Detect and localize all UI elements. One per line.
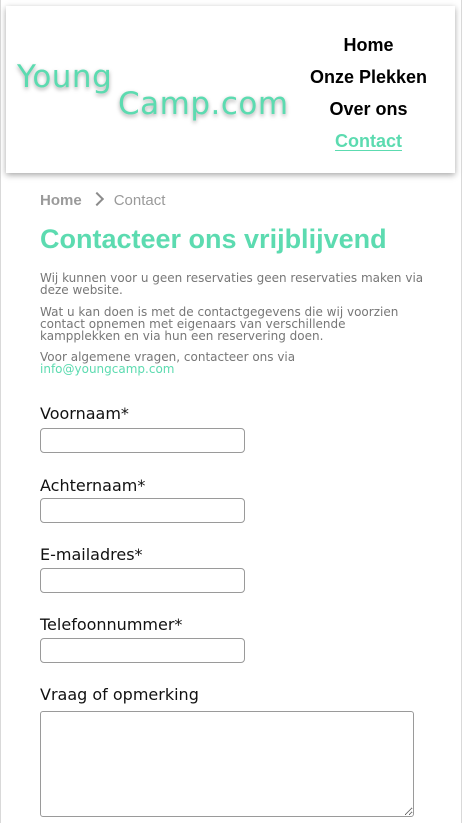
logo-line-1[interactable]: Young (17, 59, 112, 95)
page-title: Contacteer ons vrijblijvend (40, 224, 387, 254)
first-name-label: Voornaam* (40, 404, 129, 423)
phone-input[interactable] (40, 638, 245, 663)
last-name-input[interactable] (40, 498, 245, 523)
site-header: Young Camp.com Home Onze Plekken Over on… (6, 6, 455, 173)
main-nav: Home Onze Plekken Over ons Contact (306, 32, 431, 160)
intro-paragraph-2: Wat u kan doen is met de contactgegevens… (40, 305, 399, 343)
nav-over-ons[interactable]: Over ons (306, 96, 431, 128)
email-input[interactable] (40, 568, 245, 593)
first-name-input[interactable] (40, 428, 245, 453)
breadcrumb-home[interactable]: Home (40, 192, 82, 209)
nav-onze-plekken[interactable]: Onze Plekken (306, 64, 431, 96)
question-label: Vraag of opmerking (40, 685, 199, 704)
question-textarea[interactable] (40, 711, 414, 817)
chevron-right-icon (89, 191, 104, 207)
breadcrumb-current: Contact (113, 192, 166, 209)
intro-paragraph-1: Wij kunnen voor u geen reservaties geen … (40, 271, 424, 297)
phone-label: Telefoonnummer* (40, 615, 183, 634)
intro-paragraph-3: Voor algemene vragen, contacteer ons via… (40, 351, 425, 375)
logo-line-2[interactable]: Camp.com (118, 86, 289, 122)
email-label: E-mailadres* (40, 545, 143, 564)
email-link[interactable]: info@youngcamp.com (40, 363, 425, 375)
nav-home[interactable]: Home (306, 32, 431, 64)
last-name-label: Achternaam* (40, 476, 146, 495)
breadcrumb: Home Contact (40, 191, 166, 209)
nav-contact[interactable]: Contact (306, 128, 431, 160)
